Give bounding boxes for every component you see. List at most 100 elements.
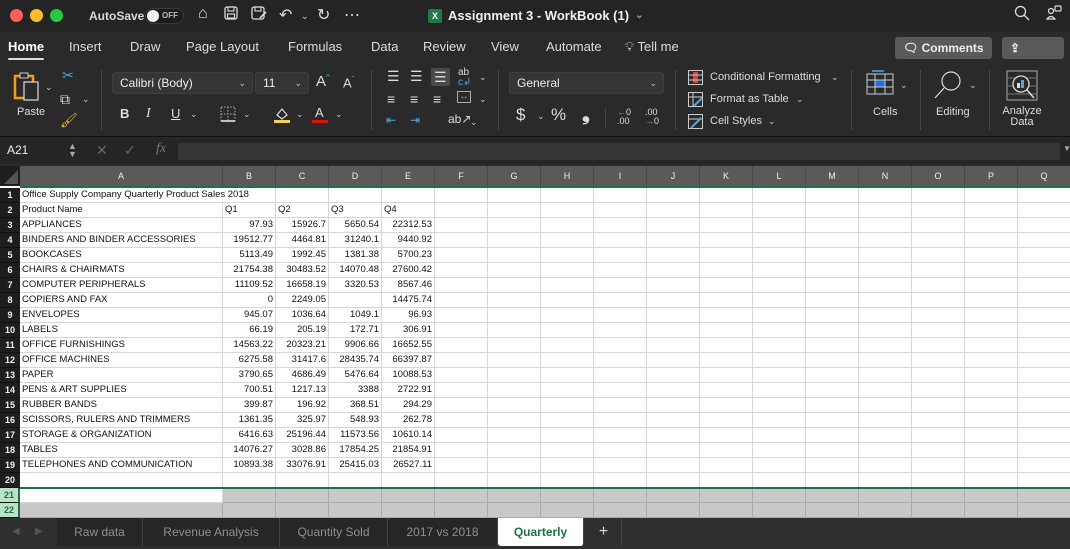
cell-b18[interactable]: 14076.27 [223,443,276,458]
cell-b11[interactable]: 14563.22 [223,338,276,353]
cell-j16[interactable] [647,413,700,428]
cell-j17[interactable] [647,428,700,443]
cell-g22[interactable] [488,503,541,518]
cell-h9[interactable] [541,308,594,323]
cell-n18[interactable] [859,443,912,458]
currency-button[interactable]: $ [516,106,525,123]
column-header-q[interactable]: Q [1018,166,1070,186]
cell-c10[interactable]: 205.19 [276,323,329,338]
cell-g7[interactable] [488,278,541,293]
cell-j10[interactable] [647,323,700,338]
cell-d20[interactable] [329,473,382,488]
cell-j20[interactable] [647,473,700,488]
cell-c6[interactable]: 30483.52 [276,263,329,278]
cell-i14[interactable] [594,383,647,398]
align-right-icon[interactable]: ≡ [433,92,441,106]
cell-h8[interactable] [541,293,594,308]
cell-k19[interactable] [700,458,753,473]
cell-g20[interactable] [488,473,541,488]
cell-p2[interactable] [965,203,1018,218]
cell-d10[interactable]: 172.71 [329,323,382,338]
cell-d21[interactable] [329,488,382,503]
cell-g8[interactable] [488,293,541,308]
row-header-19[interactable]: 19 [0,458,20,473]
conditional-formatting-label[interactable]: Conditional Formatting [710,71,821,83]
cell-p4[interactable] [965,233,1018,248]
add-sheet-button[interactable]: + [586,518,622,546]
cell-g9[interactable] [488,308,541,323]
cell-p20[interactable] [965,473,1018,488]
cell-a5[interactable]: BOOKCASES [20,248,223,263]
comments-button[interactable]: 🗨︎ Comments [895,37,992,59]
copy-icon[interactable]: ⧉ [60,92,70,106]
cell-n1[interactable] [859,188,912,203]
cancel-entry-icon[interactable]: ✕ [96,143,108,157]
cell-p3[interactable] [965,218,1018,233]
cell-k14[interactable] [700,383,753,398]
cell-j15[interactable] [647,398,700,413]
cell-a18[interactable]: TABLES [20,443,223,458]
column-header-f[interactable]: F [435,166,488,186]
row-header-5[interactable]: 5 [0,248,20,263]
cell-n7[interactable] [859,278,912,293]
cell-e3[interactable]: 22312.53 [382,218,435,233]
cell-c20[interactable] [276,473,329,488]
cell-p19[interactable] [965,458,1018,473]
italic-button[interactable]: I [146,107,151,121]
close-window-button[interactable] [10,9,23,22]
cell-i21[interactable] [594,488,647,503]
cell-h18[interactable] [541,443,594,458]
cell-f11[interactable] [435,338,488,353]
cell-p16[interactable] [965,413,1018,428]
cell-j4[interactable] [647,233,700,248]
cell-p9[interactable] [965,308,1018,323]
cell-o14[interactable] [912,383,965,398]
cell-q3[interactable] [1018,218,1070,233]
cell-k3[interactable] [700,218,753,233]
cell-n3[interactable] [859,218,912,233]
cell-c19[interactable]: 33076.91 [276,458,329,473]
cell-k2[interactable] [700,203,753,218]
cell-p1[interactable] [965,188,1018,203]
cell-f5[interactable] [435,248,488,263]
cell-o2[interactable] [912,203,965,218]
cell-h5[interactable] [541,248,594,263]
cell-q18[interactable] [1018,443,1070,458]
cell-b4[interactable]: 19512.77 [223,233,276,248]
column-header-d[interactable]: D [329,166,382,186]
cell-p18[interactable] [965,443,1018,458]
cell-l10[interactable] [753,323,806,338]
cell-j12[interactable] [647,353,700,368]
cell-n21[interactable] [859,488,912,503]
cell-p17[interactable] [965,428,1018,443]
column-header-n[interactable]: N [859,166,912,186]
cell-q13[interactable] [1018,368,1070,383]
cell-d9[interactable]: 1049.1 [329,308,382,323]
cell-p10[interactable] [965,323,1018,338]
cell-h2[interactable] [541,203,594,218]
collaborate-icon[interactable] [1045,5,1062,26]
number-format-select[interactable]: General ⌄ [509,72,664,94]
font-color-chevron-icon[interactable]: ⌄ [335,109,343,120]
cell-c14[interactable]: 1217.13 [276,383,329,398]
cell-p7[interactable] [965,278,1018,293]
wrap-text-chevron-icon[interactable]: ⌄ [479,72,487,83]
cell-g13[interactable] [488,368,541,383]
cell-q2[interactable] [1018,203,1070,218]
cell-j18[interactable] [647,443,700,458]
cell-l13[interactable] [753,368,806,383]
cell-a11[interactable]: OFFICE FURNISHINGS [20,338,223,353]
orientation-chevron-icon[interactable]: ⌄ [470,117,478,128]
cell-m19[interactable] [806,458,859,473]
column-header-a[interactable]: A [20,166,223,186]
row-header-18[interactable]: 18 [0,443,20,458]
cell-a22[interactable] [20,503,223,518]
cell-d2[interactable]: Q3 [329,203,382,218]
percent-button[interactable]: % [551,106,566,123]
cell-g1[interactable] [488,188,541,203]
cell-h6[interactable] [541,263,594,278]
cell-o16[interactable] [912,413,965,428]
cell-i19[interactable] [594,458,647,473]
cell-i1[interactable] [594,188,647,203]
cell-h16[interactable] [541,413,594,428]
